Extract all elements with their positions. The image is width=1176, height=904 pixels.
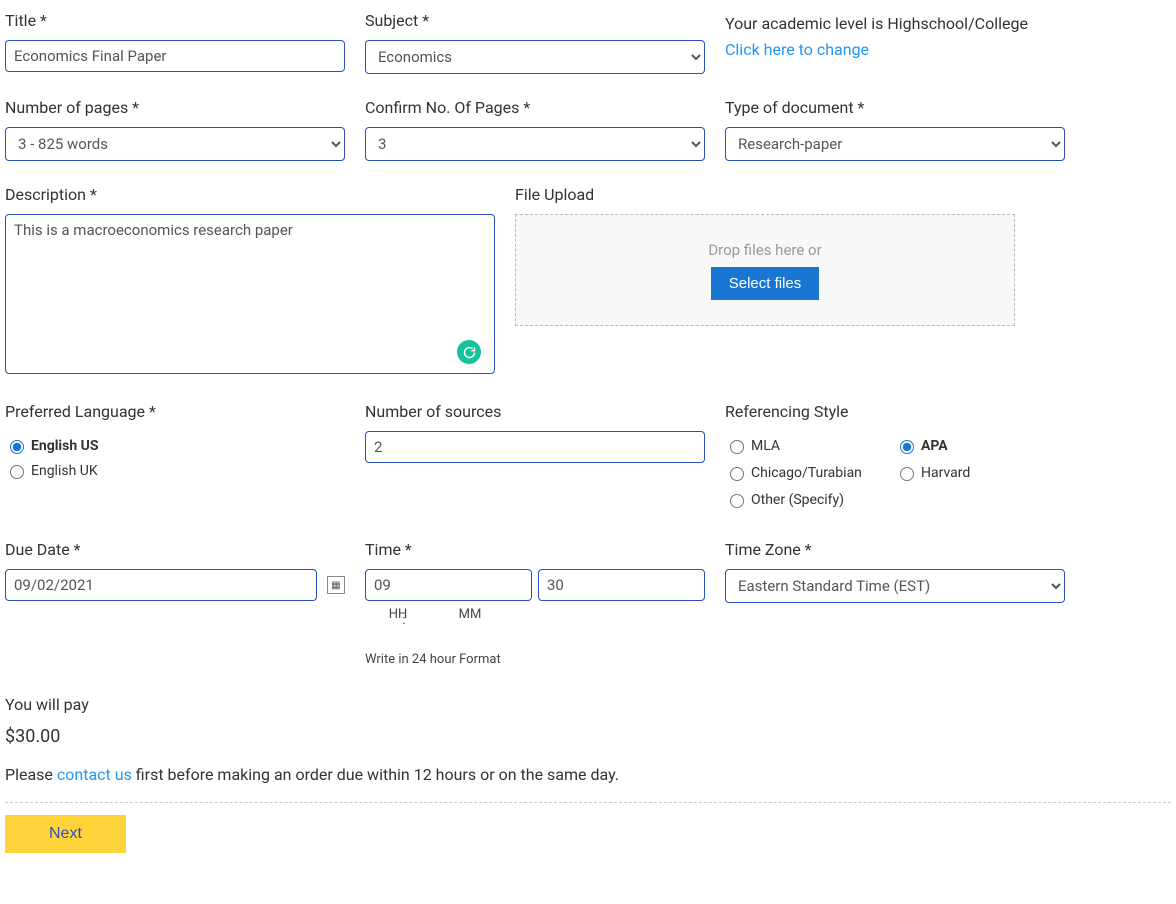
description-label: Description * [5,185,495,204]
sources-input[interactable] [365,431,705,463]
ref-harvard-radio[interactable] [900,467,914,481]
grammarly-icon [457,340,481,364]
lang-us-radio[interactable] [10,440,24,454]
divider [5,802,1171,803]
lang-us-radio-row[interactable]: English US [5,437,345,454]
doctype-label: Type of document * [725,98,1065,117]
time-field: Time * HH : MM Write in 24 hour Format [365,540,705,667]
ref-chicago-radio[interactable] [730,467,744,481]
title-input[interactable] [5,40,345,72]
contact-prefix: Please [5,765,57,784]
due-date-field: Due Date * ▦ [5,540,345,667]
ref-other-label: Other (Specify) [751,492,844,508]
ref-mla-row[interactable]: MLA [725,437,895,454]
description-field: Description * [5,185,495,378]
ref-other-radio[interactable] [730,494,744,508]
preferred-language-label: Preferred Language * [5,402,345,421]
contact-note: Please contact us first before making an… [5,765,1171,784]
subject-field: Subject * Economics [365,11,705,74]
ref-harvard-label: Harvard [921,465,970,481]
description-wrap [5,214,495,378]
subject-select[interactable]: Economics [365,40,705,74]
contact-link[interactable]: contact us [57,765,132,784]
academic-level-text: Your academic level is Highschool/Colleg… [725,14,1028,33]
select-files-button[interactable]: Select files [711,267,820,300]
due-date-input[interactable] [5,569,317,601]
lang-us-label: English US [31,438,99,454]
time-label: Time * [365,540,705,559]
referencing-label: Referencing Style [725,402,1065,421]
confirm-pages-select[interactable]: 3 [365,127,705,161]
timezone-field: Time Zone * Eastern Standard Time (EST) [725,540,1065,667]
ref-chicago-row[interactable]: Chicago/Turabian [725,464,895,481]
ref-apa-label: APA [921,438,948,454]
time-mm-input[interactable] [538,569,705,601]
desc-upload-row: Description * File Upload Drop files her… [5,185,1065,378]
subject-label: Subject * [365,11,705,30]
time-mm-label: MM [437,607,503,622]
dropzone-text: Drop files here or [708,241,821,259]
title-label: Title * [5,11,345,30]
confirm-pages-field: Confirm No. Of Pages * 3 [365,98,705,161]
contact-suffix: first before making an order due within … [132,765,619,784]
timezone-select[interactable]: Eastern Standard Time (EST) [725,569,1065,603]
time-hh-input[interactable] [365,569,532,601]
pages-field: Number of pages * 3 - 825 words [5,98,345,161]
confirm-pages-label: Confirm No. Of Pages * [365,98,705,117]
calendar-icon[interactable]: ▦ [327,576,345,594]
lang-uk-radio[interactable] [10,465,24,479]
file-dropzone[interactable]: Drop files here or Select files [515,214,1015,326]
time-format-note: Write in 24 hour Format [365,652,705,667]
ref-mla-radio[interactable] [730,440,744,454]
sources-label: Number of sources [365,402,705,421]
academic-level-note: Your academic level is Highschool/Colleg… [725,11,1065,74]
change-level-link[interactable]: Click here to change [725,40,869,59]
ref-harvard-row[interactable]: Harvard [895,464,1065,481]
sources-field: Number of sources [365,402,705,516]
lang-uk-label: English UK [31,463,98,479]
pages-label: Number of pages * [5,98,345,117]
ref-chicago-label: Chicago/Turabian [751,465,862,481]
time-colon: : [401,613,407,628]
pay-amount: $30.00 [5,726,1171,747]
file-upload-label: File Upload [515,185,1015,204]
preferred-language-field: Preferred Language * English US English … [5,402,345,516]
title-field: Title * [5,11,345,74]
ref-apa-radio[interactable] [900,440,914,454]
doctype-select[interactable]: Research-paper [725,127,1065,161]
referencing-field: Referencing Style MLA APA Chicago/Turabi… [725,402,1065,516]
due-date-label: Due Date * [5,540,345,559]
form-grid: Title * Subject * Economics Your academi… [5,5,1171,667]
file-upload-field: File Upload Drop files here or Select fi… [515,185,1015,378]
ref-apa-row[interactable]: APA [895,437,1065,454]
pay-label: You will pay [5,695,1171,714]
timezone-label: Time Zone * [725,540,1065,559]
doctype-field: Type of document * Research-paper [725,98,1065,161]
next-button[interactable]: Next [5,815,126,853]
description-textarea[interactable] [5,214,495,374]
ref-mla-label: MLA [751,438,780,454]
lang-uk-radio-row[interactable]: English UK [5,462,345,479]
time-hh-label: HH [365,607,431,622]
pages-select[interactable]: 3 - 825 words [5,127,345,161]
ref-other-row[interactable]: Other (Specify) [725,491,1065,508]
